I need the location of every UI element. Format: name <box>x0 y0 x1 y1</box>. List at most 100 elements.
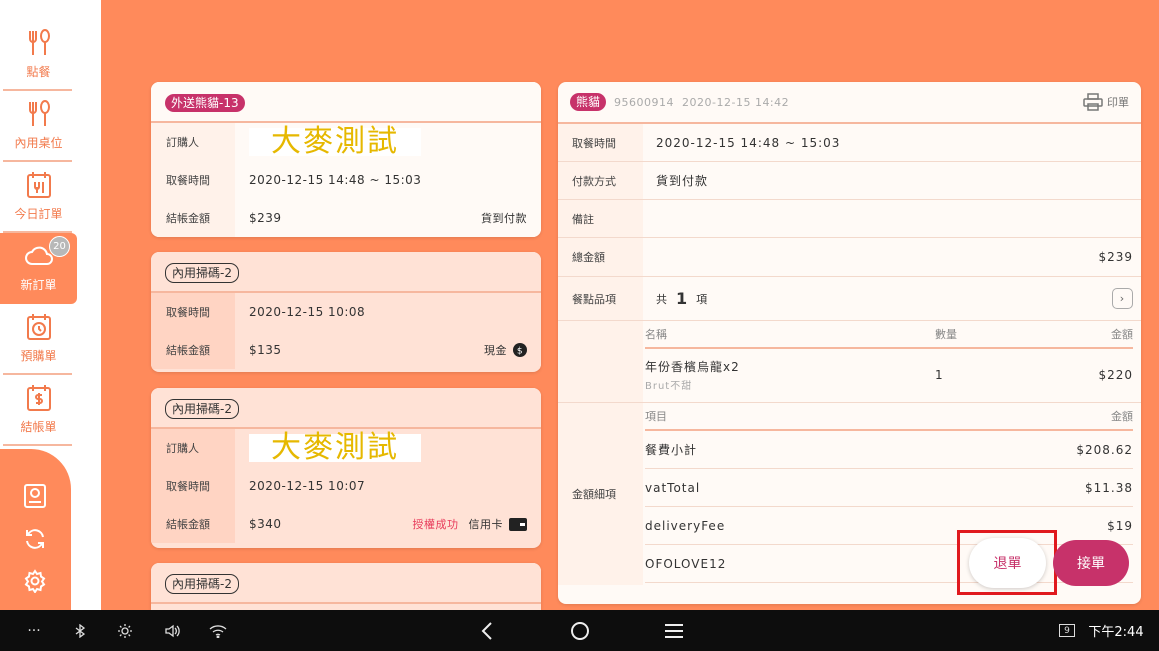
order-card-header: 內用掃碼-2 <box>151 252 541 293</box>
row-label: 結帳金額 <box>151 505 235 543</box>
cash-drawer-icon[interactable] <box>20 481 50 511</box>
highlight-box <box>957 530 1057 595</box>
payment-method: 貨到付款 <box>481 212 527 225</box>
items-suffix: 項 <box>696 292 709 306</box>
payment-method: 現金 <box>484 344 507 357</box>
item-amount: $220 <box>1098 368 1133 382</box>
item-qty: 1 <box>935 368 944 382</box>
back-icon[interactable] <box>476 610 498 651</box>
row-label: 取餐時間 <box>558 124 643 161</box>
sidebar-item-label: 新訂單 <box>20 278 57 292</box>
pickup-time-value: 2020-12-15 14:48 ~ 15:03 <box>656 135 841 150</box>
order-row: 取餐時間 2020-12-15 14:48 ~ 15:03 <box>151 161 541 199</box>
sidebar-item-label: 今日訂單 <box>14 207 63 221</box>
sidebar-item-label: 預購單 <box>20 349 57 363</box>
row-label: 總金額 <box>558 238 643 276</box>
fork-knife-icon <box>24 28 54 58</box>
col-header: 數量 <box>935 328 957 341</box>
order-card-header: 外送熊貓-13 <box>151 82 541 123</box>
sidebar-item-checkout-orders[interactable]: 結帳單 <box>0 375 77 446</box>
volume-icon[interactable] <box>162 610 182 651</box>
breakdown-amount: $208.62 <box>1076 442 1133 457</box>
sidebar-tools <box>0 449 71 610</box>
calendar-dollar-icon <box>24 383 54 413</box>
more-icon[interactable]: ··· <box>24 610 44 651</box>
system-navigation-bar: ··· 9 下午2:44 <box>0 610 1159 651</box>
breakdown-item: 餐費小計 <box>645 443 698 457</box>
notification-count-icon[interactable]: 9 <box>1057 610 1077 651</box>
sidebar-item-label: 內用桌位 <box>14 136 63 150</box>
row-label <box>558 321 643 402</box>
detail-header: 熊貓 95600914 2020-12-15 14:42 印單 <box>558 82 1141 124</box>
expand-items-button[interactable]: › <box>1112 288 1133 309</box>
cash-icon: $ <box>513 343 527 357</box>
order-row: 訂購人 大麥測試 <box>151 123 541 161</box>
order-card-header: 內用掃碼-2 <box>151 563 541 604</box>
order-card[interactable]: 內用掃碼-2 <box>151 563 541 610</box>
sidebar-item-label: 點餐 <box>26 65 51 79</box>
pickup-time: 2020-12-15 14:48 ~ 15:03 <box>235 161 541 199</box>
auth-status: 授權成功 <box>412 518 459 531</box>
order-detail-panel: 熊貓 95600914 2020-12-15 14:42 印單 取餐時間 202… <box>558 82 1141 604</box>
table-row: 年份香檳烏龍x2 Brut不甜 1 $220 <box>645 349 1133 401</box>
order-amount: $239 <box>249 211 282 225</box>
breakdown-amount: $19 <box>1107 518 1133 533</box>
col-header: 項目 <box>645 410 667 423</box>
row-label: 結帳金額 <box>151 331 235 369</box>
row-label: 取餐時間 <box>151 293 235 331</box>
order-card[interactable]: 外送熊貓-13 訂購人 大麥測試 取餐時間 2020-12-15 14:48 ~… <box>151 82 541 237</box>
table-row: deliveryFee $19 <box>645 507 1133 545</box>
svg-text:$: $ <box>517 347 523 357</box>
calendar-fork-icon <box>24 170 54 200</box>
col-header: 金額 <box>1111 328 1133 341</box>
order-row: 結帳金額 $135 現金 $ <box>151 331 541 369</box>
table-row: 餐費小計 $208.62 <box>645 431 1133 469</box>
item-name: 年份香檳烏龍x2 <box>645 360 740 374</box>
col-header: 名稱 <box>645 328 667 341</box>
bluetooth-icon[interactable] <box>70 610 90 651</box>
print-button[interactable]: 印單 <box>1083 93 1129 111</box>
col-header: 金額 <box>1111 410 1133 423</box>
notification-count: 9 <box>1059 624 1075 637</box>
row-label: 金額細項 <box>558 403 643 585</box>
order-tag: 外送熊貓-13 <box>165 94 245 112</box>
recent-apps-icon[interactable] <box>662 610 686 651</box>
detail-row-pickup: 取餐時間 2020-12-15 14:48 ~ 15:03 <box>558 124 1141 162</box>
row-label: 取餐時間 <box>151 161 235 199</box>
order-card-header: 內用掃碼-2 <box>151 388 541 429</box>
home-icon[interactable] <box>568 610 592 651</box>
order-row: 取餐時間 2020-12-15 10:07 <box>151 467 541 505</box>
row-label: 結帳金額 <box>151 199 235 237</box>
sidebar-item-dine-in-tables[interactable]: 內用桌位 <box>0 91 77 162</box>
payment-method: 信用卡 <box>468 518 503 531</box>
new-orders-badge: 20 <box>49 236 70 257</box>
customer-name: 大麥測試 <box>249 127 421 157</box>
detail-row-items: 餐點品項 共 1 項 › <box>558 277 1141 321</box>
gear-icon[interactable] <box>20 566 50 596</box>
refresh-icon[interactable] <box>20 524 50 554</box>
sidebar-item-new-orders[interactable]: 新訂單 20 <box>0 233 77 304</box>
print-label: 印單 <box>1107 96 1129 109</box>
detail-row-item-table: 名稱 數量 金額 年份香檳烏龍x2 Brut不甜 1 $220 <box>558 321 1141 403</box>
table-row: vatTotal $11.38 <box>645 469 1133 507</box>
order-created-time: 2020-12-15 14:42 <box>682 95 790 109</box>
total-amount: $239 <box>1098 250 1133 264</box>
row-label: 餐點品項 <box>558 277 643 320</box>
items-table-header: 名稱 數量 金額 <box>645 321 1133 349</box>
sidebar: 點餐 內用桌位 今日訂單 新訂單 20 預購單 結帳單 <box>0 0 101 610</box>
note-value <box>643 200 1141 237</box>
sidebar-item-today-orders[interactable]: 今日訂單 <box>0 162 77 233</box>
pickup-time: 2020-12-15 10:07 <box>235 467 541 505</box>
calendar-clock-icon <box>24 312 54 342</box>
order-tag: 內用掃碼-2 <box>165 399 239 419</box>
row-label: 付款方式 <box>558 162 643 199</box>
accept-button[interactable]: 接單 <box>1053 540 1129 586</box>
brightness-icon[interactable] <box>115 610 135 651</box>
order-card[interactable]: 內用掃碼-2 取餐時間 2020-12-15 10:08 結帳金額 $135 現金… <box>151 252 541 372</box>
sidebar-item-preorders[interactable]: 預購單 <box>0 304 77 375</box>
order-card[interactable]: 內用掃碼-2 訂購人 大麥測試 取餐時間 2020-12-15 10:07 結帳… <box>151 388 541 548</box>
wifi-icon[interactable] <box>207 610 229 651</box>
detail-row-note: 備註 <box>558 200 1141 238</box>
order-row: 取餐時間 2020-12-15 10:08 <box>151 293 541 331</box>
sidebar-item-order[interactable]: 點餐 <box>0 20 77 91</box>
